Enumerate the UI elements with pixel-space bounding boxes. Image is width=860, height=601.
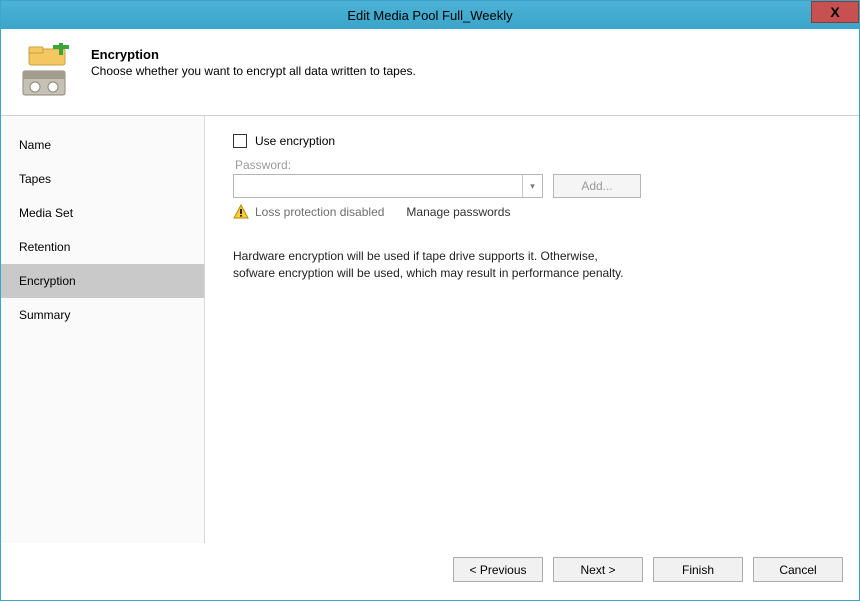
sidebar-item-mediaset[interactable]: Media Set (1, 196, 204, 230)
wizard-content: Use encryption Password: ▾ Add... (205, 116, 859, 543)
warning-icon (233, 204, 249, 220)
header-title: Encryption (91, 47, 416, 62)
password-combo[interactable]: ▾ (233, 174, 543, 198)
previous-label: < Previous (469, 563, 526, 577)
use-encryption-checkbox[interactable] (233, 134, 247, 148)
loss-protection-status: Loss protection disabled (233, 204, 384, 220)
close-icon: X (830, 4, 839, 20)
next-button[interactable]: Next > (553, 557, 643, 582)
titlebar: Edit Media Pool Full_Weekly X (1, 1, 859, 29)
info-line-2: sofware encryption will be used, which m… (233, 265, 703, 282)
manage-passwords-label: Manage passwords (406, 205, 510, 219)
add-button-label: Add... (581, 179, 612, 193)
wizard-sidebar: Name Tapes Media Set Retention Encryptio… (1, 116, 205, 543)
info-line-1: Hardware encryption will be used if tape… (233, 248, 703, 265)
cancel-label: Cancel (779, 563, 816, 577)
encryption-info: Hardware encryption will be used if tape… (233, 248, 703, 282)
sidebar-item-encryption[interactable]: Encryption (1, 264, 204, 298)
finish-label: Finish (682, 563, 714, 577)
wizard-footer: < Previous Next > Finish Cancel (1, 543, 859, 600)
dialog-window: Edit Media Pool Full_Weekly X (0, 0, 860, 601)
use-encryption-row: Use encryption (233, 134, 831, 148)
sidebar-item-tapes[interactable]: Tapes (1, 162, 204, 196)
tape-encrypt-icon (21, 43, 77, 99)
manage-passwords-link[interactable]: Manage passwords (406, 205, 510, 219)
password-row: ▾ Add... (233, 174, 831, 198)
cancel-button[interactable]: Cancel (753, 557, 843, 582)
sidebar-item-label: Name (19, 138, 51, 152)
close-button[interactable]: X (811, 1, 859, 23)
status-row: Loss protection disabled Manage password… (233, 204, 831, 220)
wizard-header: Encryption Choose whether you want to en… (1, 29, 859, 116)
sidebar-item-label: Tapes (19, 172, 51, 186)
previous-button[interactable]: < Previous (453, 557, 543, 582)
loss-protection-label: Loss protection disabled (255, 205, 384, 219)
sidebar-item-label: Encryption (19, 274, 76, 288)
sidebar-item-label: Retention (19, 240, 70, 254)
sidebar-item-retention[interactable]: Retention (1, 230, 204, 264)
wizard-body: Name Tapes Media Set Retention Encryptio… (1, 116, 859, 543)
header-subtitle: Choose whether you want to encrypt all d… (91, 64, 416, 78)
window-title: Edit Media Pool Full_Weekly (347, 8, 512, 23)
header-texts: Encryption Choose whether you want to en… (91, 43, 416, 99)
chevron-down-icon: ▾ (522, 175, 542, 197)
sidebar-item-label: Summary (19, 308, 70, 322)
sidebar-item-summary[interactable]: Summary (1, 298, 204, 332)
add-password-button[interactable]: Add... (553, 174, 641, 198)
next-label: Next > (580, 563, 615, 577)
password-label: Password: (235, 158, 831, 172)
sidebar-item-name[interactable]: Name (1, 128, 204, 162)
use-encryption-label: Use encryption (255, 134, 335, 148)
finish-button[interactable]: Finish (653, 557, 743, 582)
sidebar-item-label: Media Set (19, 206, 73, 220)
